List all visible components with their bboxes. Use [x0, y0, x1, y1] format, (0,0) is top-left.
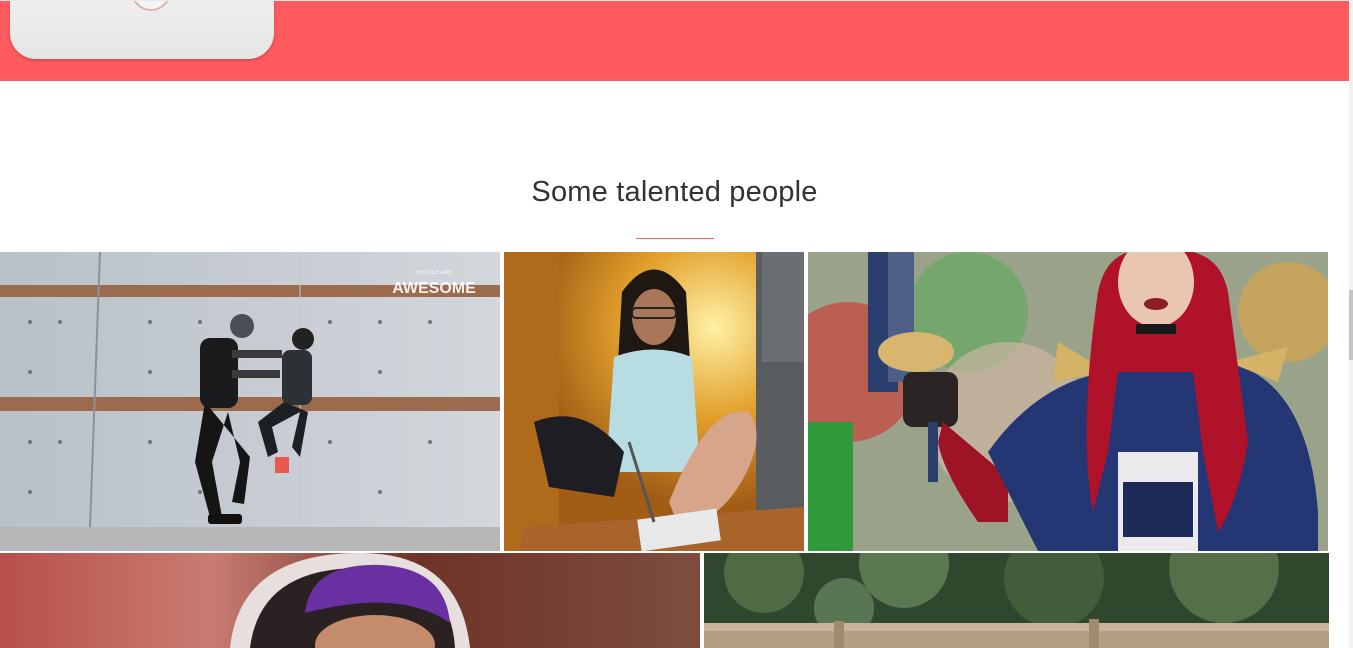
forest-fence-image	[704, 553, 1329, 648]
page-scrollbar[interactable]	[1349, 0, 1353, 648]
scrollbar-thumb[interactable]	[1349, 290, 1353, 360]
top-banner	[0, 0, 1349, 81]
gallery-tile-foot-drawing[interactable]	[504, 252, 804, 551]
awesome-watermark-main: AWESOME	[392, 280, 476, 297]
gallery-tile-wall-jump[interactable]: PEOPLE ARE AWESOME	[0, 252, 500, 551]
purple-hair-image	[0, 553, 700, 648]
wall-jump-image: PEOPLE ARE AWESOME	[0, 252, 500, 551]
section-title: Some talented people	[531, 176, 818, 208]
gallery-tile-cosplay[interactable]	[808, 252, 1328, 551]
cosplay-image	[808, 252, 1328, 551]
awesome-watermark: PEOPLE ARE	[415, 270, 453, 276]
gallery-tile-forest-fence[interactable]	[704, 553, 1329, 648]
phone-mockup-image	[0, 1, 285, 61]
phone-home-button-icon	[131, 1, 171, 11]
phone-body	[10, 1, 274, 59]
title-underline	[636, 238, 714, 239]
gallery-tile-purple-hair[interactable]	[0, 553, 700, 648]
foot-drawing-image	[504, 252, 804, 551]
